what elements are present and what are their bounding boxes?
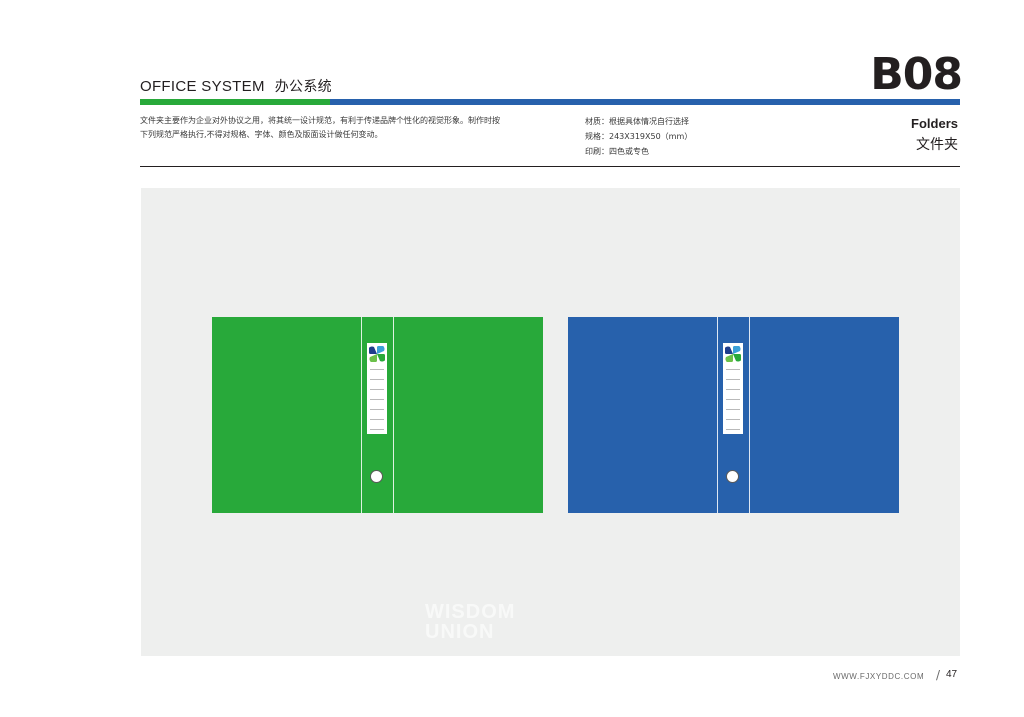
title-en: OFFICE SYSTEM	[140, 78, 265, 95]
item-name-en: Folders	[911, 116, 958, 131]
header-divider	[140, 166, 960, 167]
watermark-line-2: UNION	[425, 621, 495, 643]
description-line-2: 下列规范严格执行,不得对规格、字体、颜色及版面设计做任何变动。	[140, 130, 383, 139]
header-color-bar-green	[140, 99, 330, 105]
page-title: OFFICE SYSTEM 办公系统	[140, 76, 332, 96]
spec-material: 材质：根据具体情况自行选择	[585, 117, 689, 126]
spine-line-right	[393, 317, 394, 513]
description-line-1: 文件夹主要作为企业对外协议之用，将其统一设计规范，有利于传递品牌个性化的视觉形象…	[140, 116, 500, 125]
header-color-bar	[140, 99, 960, 105]
spine-label-card	[723, 343, 743, 434]
footer-separator: /	[936, 668, 941, 682]
spec-print: 印刷：四色或专色	[585, 147, 649, 156]
title-cn: 办公系统	[274, 79, 332, 95]
specifications: 材质：根据具体情况自行选择 规格：243X319X50（mm） 印刷：四色或专色	[585, 114, 692, 159]
footer-url: WWW.FJXYDDC.COM	[833, 672, 925, 681]
page-number: 47	[946, 669, 958, 680]
folder-logo-icon	[725, 346, 741, 362]
folder-logo-icon	[369, 346, 385, 362]
section-code: B08	[870, 49, 963, 100]
ring-hole-icon	[726, 470, 739, 483]
spine-line-right	[749, 317, 750, 513]
spine-line-left	[717, 317, 718, 513]
folder-green	[212, 317, 543, 513]
watermark-line-1: WISDOM	[425, 601, 516, 623]
spine-label-card	[367, 343, 387, 434]
spine-line-left	[361, 317, 362, 513]
description: 文件夹主要作为企业对外协议之用，将其统一设计规范，有利于传递品牌个性化的视觉形象…	[140, 114, 540, 142]
ring-hole-icon	[370, 470, 383, 483]
item-name-cn: 文件夹	[916, 137, 958, 153]
folder-blue	[568, 317, 899, 513]
spec-size: 规格：243X319X50（mm）	[585, 132, 693, 141]
watermark: WISDOM UNION	[425, 602, 515, 642]
